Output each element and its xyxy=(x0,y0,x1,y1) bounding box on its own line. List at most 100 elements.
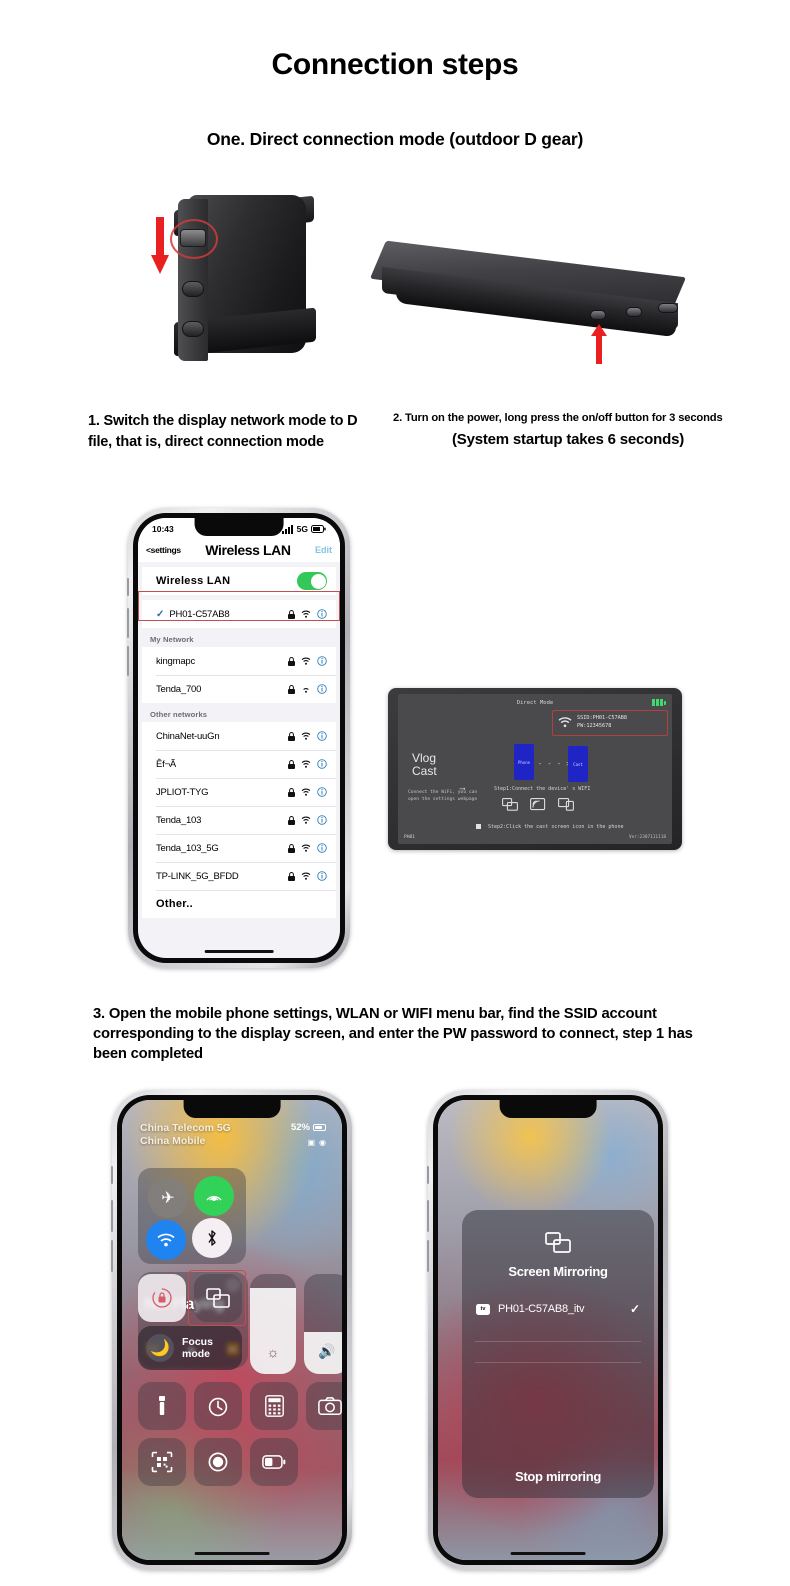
device2-switch xyxy=(658,303,678,313)
tablet-mode-label: Direct Mode xyxy=(516,700,554,706)
network-group-other-networks: Other networks ChinaNet-uuGn Êf¬Ã JPLIOT-T… xyxy=(138,703,340,918)
rotation-lock-button[interactable] xyxy=(138,1274,186,1322)
status-time: 10:43 xyxy=(152,524,174,534)
other-label: Other.. xyxy=(156,898,193,910)
wireless-lan-toggle[interactable] xyxy=(297,572,327,590)
network-name: Tenda_700 xyxy=(156,683,202,695)
mirroring-device-name: PH01-C57AB8_itv xyxy=(498,1303,585,1315)
tablet-step2-text: Step2:Click the cast screen icon in the … xyxy=(488,824,624,830)
mirroring-device-row[interactable]: tv PH01-C57AB8_itv ✓ xyxy=(462,1297,654,1321)
caption-step-2-line1: 2. Turn on the power, long press the on/… xyxy=(393,412,723,424)
tablet-note: Connect the WiFi, you can open the setti… xyxy=(408,790,478,802)
tablet-ssid-value: SSID:PH01-C57AB8 xyxy=(577,715,627,722)
panel-divider xyxy=(475,1362,641,1363)
wifi-icon xyxy=(558,717,572,728)
lock-icon xyxy=(288,871,295,881)
phone1-volume-up xyxy=(126,608,129,638)
airplane-mode-icon[interactable]: ✈ xyxy=(148,1178,188,1218)
brightness-slider[interactable]: ☼ xyxy=(250,1274,296,1374)
info-icon[interactable] xyxy=(317,656,327,666)
list-item-network[interactable]: JPLIOT-TYG xyxy=(142,778,336,806)
wireless-lan-toggle-group: Wireless LAN xyxy=(142,567,336,595)
page-heading-wireless-lan: Wireless LAN xyxy=(205,542,291,558)
phone2-mute-switch xyxy=(110,1166,113,1184)
group-header-other-networks: Other networks xyxy=(150,710,208,719)
qr-scanner-button[interactable] xyxy=(138,1438,186,1486)
lock-icon xyxy=(288,759,295,769)
wifi-icon[interactable] xyxy=(146,1220,186,1260)
calculator-button[interactable] xyxy=(250,1382,298,1430)
list-item-network[interactable]: Tenda_103_5G xyxy=(142,834,336,862)
battery-icon xyxy=(311,525,326,533)
edit-button[interactable]: Edit xyxy=(315,545,332,555)
red-arrow-up-icon xyxy=(591,324,607,364)
list-item-network[interactable]: TP-LINK_5G_BFDD xyxy=(142,862,336,890)
cellular-data-icon[interactable] xyxy=(194,1176,234,1216)
timer-button[interactable] xyxy=(194,1382,242,1430)
wireless-lan-label: Wireless LAN xyxy=(156,575,231,587)
list-item-network[interactable]: kingmapc xyxy=(142,647,336,675)
phone3-mute-switch xyxy=(426,1166,429,1184)
low-power-button[interactable] xyxy=(250,1438,298,1486)
tablet-version-label: Ver:2307111118 xyxy=(628,835,666,840)
device2-button-2 xyxy=(626,307,642,317)
row-wireless-lan-toggle[interactable]: Wireless LAN xyxy=(142,567,336,595)
caption-step-2-line2: (System startup takes 6 seconds) xyxy=(451,431,685,448)
phone3-notch xyxy=(499,1100,597,1118)
lock-icon xyxy=(288,684,295,694)
navigation-bar: <settings Wireless LAN Edit xyxy=(138,538,340,562)
bluetooth-icon[interactable] xyxy=(192,1218,232,1258)
phone1-home-indicator xyxy=(204,949,274,953)
list-item-network[interactable]: ChinaNet-uuGn xyxy=(142,722,336,750)
tablet-step1-text: Step1:Connect the device' s WIFI xyxy=(494,786,591,792)
lock-icon xyxy=(288,815,295,825)
info-icon[interactable] xyxy=(317,815,327,825)
red-arrow-down-icon xyxy=(151,217,169,274)
stop-mirroring-button[interactable]: Stop mirroring xyxy=(515,1469,601,1484)
tablet-logo-line2: Cast xyxy=(412,764,437,779)
volume-slider[interactable]: 🔊 xyxy=(304,1274,342,1374)
list-item-network[interactable]: Êf¬Ã xyxy=(142,750,336,778)
screen-record-icon xyxy=(208,1452,228,1472)
focus-label-line2: mode xyxy=(182,1348,211,1360)
lock-icon xyxy=(288,609,295,619)
tablet-model-label: PH01 xyxy=(404,835,416,840)
device-photo-power xyxy=(360,238,710,368)
info-icon[interactable] xyxy=(317,843,327,853)
low-power-icon xyxy=(262,1455,286,1469)
group-header-my-network: My Network xyxy=(150,635,194,644)
connectivity-tile[interactable]: ✈ xyxy=(138,1168,246,1264)
tablet-pw-value: PW:12345678 xyxy=(577,723,612,729)
list-item-network[interactable]: Tenda_103 xyxy=(142,806,336,834)
section-title-one: One. Direct connection mode (outdoor D g… xyxy=(206,129,584,149)
page-title: Connection steps xyxy=(271,48,519,81)
phone2-notch xyxy=(183,1100,281,1118)
list-item-network[interactable]: Tenda_700 xyxy=(142,675,336,703)
phone3-home-indicator xyxy=(510,1551,586,1555)
lock-icon xyxy=(288,731,295,741)
focus-mode-button[interactable]: 🌙 Focus mode xyxy=(138,1326,242,1370)
list-item-other[interactable]: Other.. xyxy=(142,890,336,918)
tablet-step2-bullet xyxy=(476,824,481,829)
status-mini-icons: ▣ ◉ xyxy=(307,1138,326,1147)
brightness-icon: ☼ xyxy=(266,1344,280,1360)
screen-record-button[interactable] xyxy=(194,1438,242,1486)
info-icon[interactable] xyxy=(317,731,327,741)
row-connected-network[interactable]: ✓ PH01-C57AB8 xyxy=(142,600,336,628)
tablet-logo: Vlog Cast xyxy=(412,751,437,779)
camera-button[interactable] xyxy=(306,1382,342,1430)
screen-mirroring-panel: Screen Mirroring tv PH01-C57AB8_itv ✓ St… xyxy=(462,1210,654,1498)
phone3-volume-down xyxy=(426,1240,429,1272)
info-icon[interactable] xyxy=(317,684,327,694)
dlna-cast-icon xyxy=(558,798,574,811)
network-name: Êf¬Ã xyxy=(156,758,177,770)
volume-icon: 🔊 xyxy=(318,1343,336,1359)
airplay-cast-icon xyxy=(530,798,546,811)
carrier-label: China Telecom 5G China Mobile xyxy=(140,1122,231,1148)
flashlight-button[interactable] xyxy=(138,1382,186,1430)
info-icon[interactable] xyxy=(317,787,327,797)
info-icon[interactable] xyxy=(317,759,327,769)
info-icon[interactable] xyxy=(317,871,327,881)
back-to-settings-button[interactable]: <settings xyxy=(146,545,181,555)
info-icon[interactable] xyxy=(317,609,327,619)
